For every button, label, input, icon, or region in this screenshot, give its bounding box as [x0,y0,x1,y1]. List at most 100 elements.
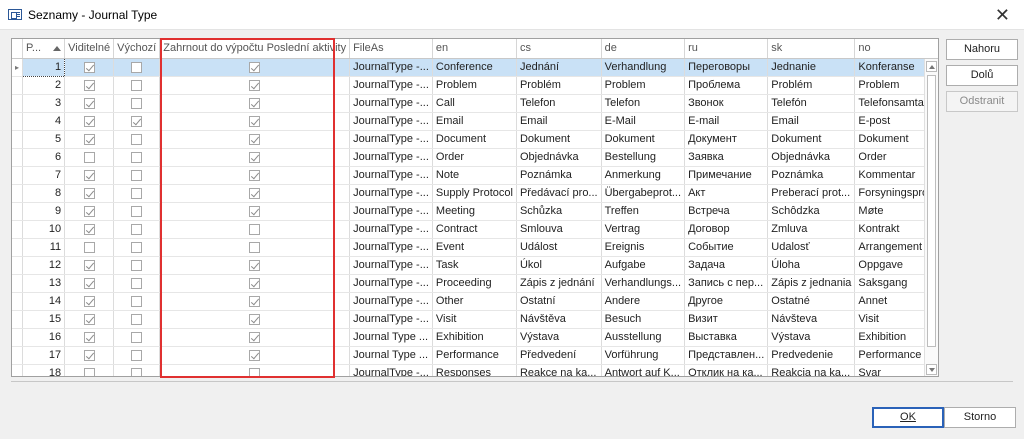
cell-cs[interactable]: Reakce na ka... [516,364,602,376]
cell-p[interactable]: 1 [22,57,66,77]
cell-fileas[interactable]: JournalType -... [349,184,433,203]
unchecked-checkbox[interactable] [131,241,143,253]
cell-ru[interactable]: Другое [684,292,769,311]
cell-p[interactable]: 2 [22,76,66,95]
cell-p[interactable]: 7 [22,166,66,185]
checked-checkbox[interactable] [249,151,261,163]
ok-button[interactable]: OK [872,407,944,428]
cell-ru[interactable]: Встреча [684,202,769,221]
unchecked-checkbox[interactable] [131,187,143,199]
row-indicator[interactable] [12,310,23,329]
checked-checkbox[interactable] [83,115,95,127]
checked-checkbox[interactable] [83,187,95,199]
column-header-p[interactable]: P... [22,39,66,59]
move-down-button[interactable]: Dolů [946,65,1018,86]
unchecked-checkbox[interactable] [131,169,143,181]
unchecked-checkbox[interactable] [131,61,143,73]
cell-ru[interactable]: Задача [684,256,769,275]
cell-fileas[interactable]: JournalType -... [349,220,433,239]
checked-checkbox[interactable] [83,133,95,145]
cell-fileas[interactable]: JournalType -... [349,256,433,275]
row-indicator[interactable] [12,238,23,257]
cell-ru[interactable]: Проблема [684,76,769,95]
cell-cs[interactable]: Telefon [516,94,602,113]
row-indicator[interactable] [12,292,23,311]
table-row[interactable]: 15 JournalType -... Visit Návštěva Besuch Виз… [12,310,938,329]
cell-cs[interactable]: Úkol [516,256,602,275]
cell-de[interactable]: Verhandlung [601,58,686,77]
cell-sk[interactable]: Problém [767,76,856,95]
checked-checkbox[interactable] [83,61,95,73]
cell-fileas[interactable]: JournalType -... [349,130,433,149]
table-row[interactable]: 13 JournalType -... Proceeding Zápis z jedn… [12,274,938,293]
cell-fileas[interactable]: JournalType -... [349,58,433,77]
scroll-up-icon[interactable] [926,61,937,72]
cell-de[interactable]: Andere [601,292,686,311]
cell-de[interactable]: Besuch [601,310,686,329]
checked-checkbox[interactable] [249,133,261,145]
cell-fileas[interactable]: Journal Type ... [349,328,433,347]
cell-ru[interactable]: Договор [684,220,769,239]
move-up-button[interactable]: Nahoru [946,39,1018,60]
cell-de[interactable]: Ausstellung [601,328,686,347]
checked-checkbox[interactable] [131,115,143,127]
cell-p[interactable]: 3 [22,94,66,113]
cell-sk[interactable]: Zmluva [767,220,856,239]
column-header-en[interactable]: en [432,39,517,59]
cell-en[interactable]: Problem [432,76,517,95]
checked-checkbox[interactable] [83,79,95,91]
checked-checkbox[interactable] [249,61,261,73]
cell-cs[interactable]: Předvedení [516,346,602,365]
column-header-visible[interactable]: Viditelné [64,39,115,59]
vertical-scrollbar[interactable] [924,59,938,376]
cell-fileas[interactable]: Journal Type ... [349,346,433,365]
column-header-no[interactable]: no [854,39,938,59]
cell-sk[interactable]: Reakcia na ka... [767,364,856,376]
unchecked-checkbox[interactable] [131,79,143,91]
unchecked-checkbox[interactable] [131,97,143,109]
cell-ru[interactable]: Звонок [684,94,769,113]
column-header-cs[interactable]: cs [516,39,602,59]
cell-de[interactable]: Aufgabe [601,256,686,275]
cell-fileas[interactable]: JournalType -... [349,166,433,185]
cell-p[interactable]: 10 [22,220,66,239]
checked-checkbox[interactable] [83,259,95,271]
cell-fileas[interactable]: JournalType -... [349,94,433,113]
cell-fileas[interactable]: JournalType -... [349,364,433,376]
checked-checkbox[interactable] [83,205,95,217]
checked-checkbox[interactable] [249,169,261,181]
cell-sk[interactable]: Jednanie [767,58,856,77]
cell-sk[interactable]: Úloha [767,256,856,275]
row-indicator[interactable] [12,202,23,221]
cell-fileas[interactable]: JournalType -... [349,310,433,329]
row-indicator[interactable] [12,166,23,185]
row-indicator[interactable] [12,130,23,149]
table-row[interactable]: 5 JournalType -... Document Dokument Dokumen… [12,130,938,149]
checked-checkbox[interactable] [249,295,261,307]
cell-sk[interactable]: Preberací prot... [767,184,856,203]
row-indicator[interactable] [12,220,23,239]
checked-checkbox[interactable] [83,223,95,235]
cell-ru[interactable]: Акт [684,184,769,203]
cell-sk[interactable]: Email [767,112,856,131]
cell-sk[interactable]: Predvedenie [767,346,856,365]
cell-sk[interactable]: Udalosť [767,238,856,257]
table-row[interactable]: ▸ 1 JournalType -... Conference Jednání Verha… [12,57,938,77]
checked-checkbox[interactable] [249,349,261,361]
unchecked-checkbox[interactable] [249,223,261,235]
cell-en[interactable]: Conference [432,58,517,77]
cell-ru[interactable]: Примечание [684,166,769,185]
table-row[interactable]: 14 JournalType -... Other Ostatní Andere Друг… [12,292,938,311]
cell-cs[interactable]: Událost [516,238,602,257]
cell-ru[interactable]: Представлен... [684,346,769,365]
unchecked-checkbox[interactable] [131,349,143,361]
cell-cs[interactable]: Návštěva [516,310,602,329]
cell-ru[interactable]: Визит [684,310,769,329]
checked-checkbox[interactable] [83,277,95,289]
unchecked-checkbox[interactable] [83,367,95,376]
checked-checkbox[interactable] [249,277,261,289]
row-indicator[interactable] [12,256,23,275]
cell-en[interactable]: Call [432,94,517,113]
cell-p[interactable]: 4 [22,112,66,131]
unchecked-checkbox[interactable] [83,241,95,253]
